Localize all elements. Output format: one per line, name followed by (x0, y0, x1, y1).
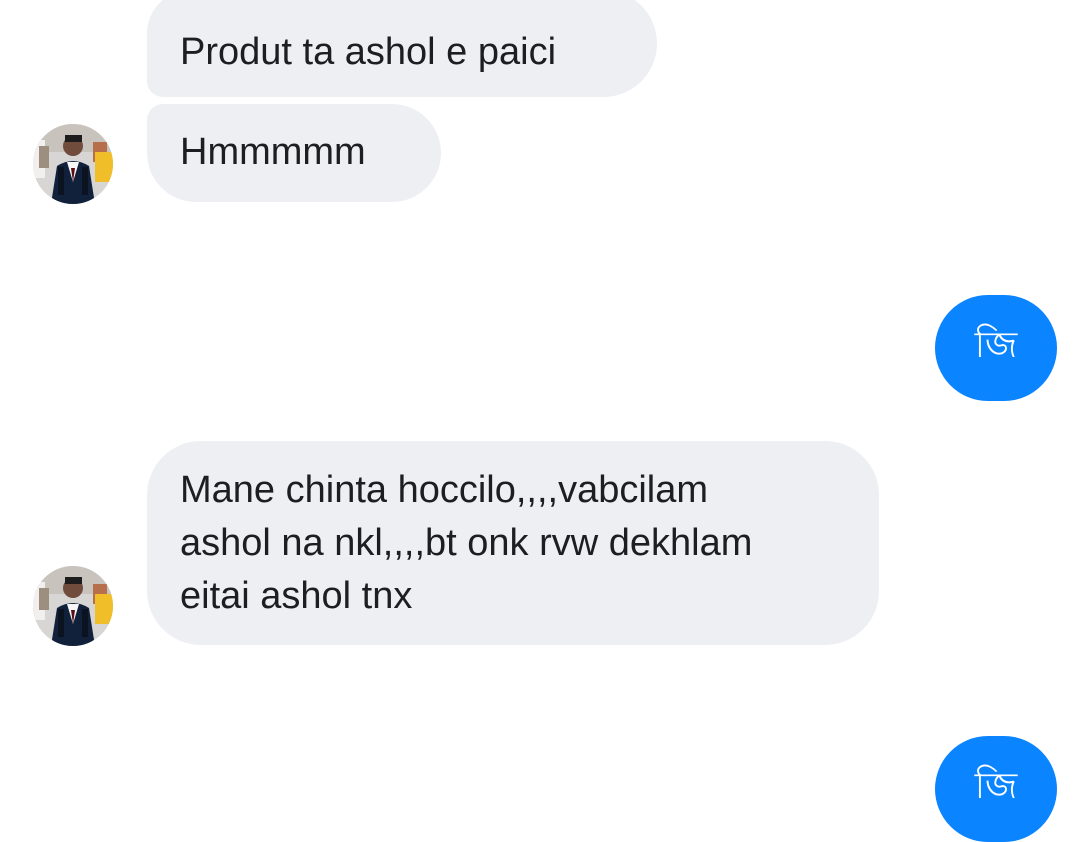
outgoing-message-bubble[interactable]: জি (935, 295, 1057, 401)
profile-photo-icon (33, 124, 113, 204)
outgoing-message-bubble[interactable]: জি (935, 736, 1057, 842)
incoming-message-bubble[interactable]: Mane chinta hoccilo,,,,vabcilam ashol na… (147, 441, 879, 645)
incoming-message-bubble[interactable]: Produt ta ashol e paici (147, 0, 657, 97)
profile-photo-icon (33, 566, 113, 646)
profile-photo-icon[interactable] (33, 566, 113, 646)
profile-photo-icon[interactable] (33, 124, 113, 204)
incoming-message-bubble[interactable]: Hmmmmm (147, 104, 441, 202)
chat-thread[interactable]: Produt ta ashol e paici Hmmmmm জি Mane c… (0, 0, 1079, 842)
